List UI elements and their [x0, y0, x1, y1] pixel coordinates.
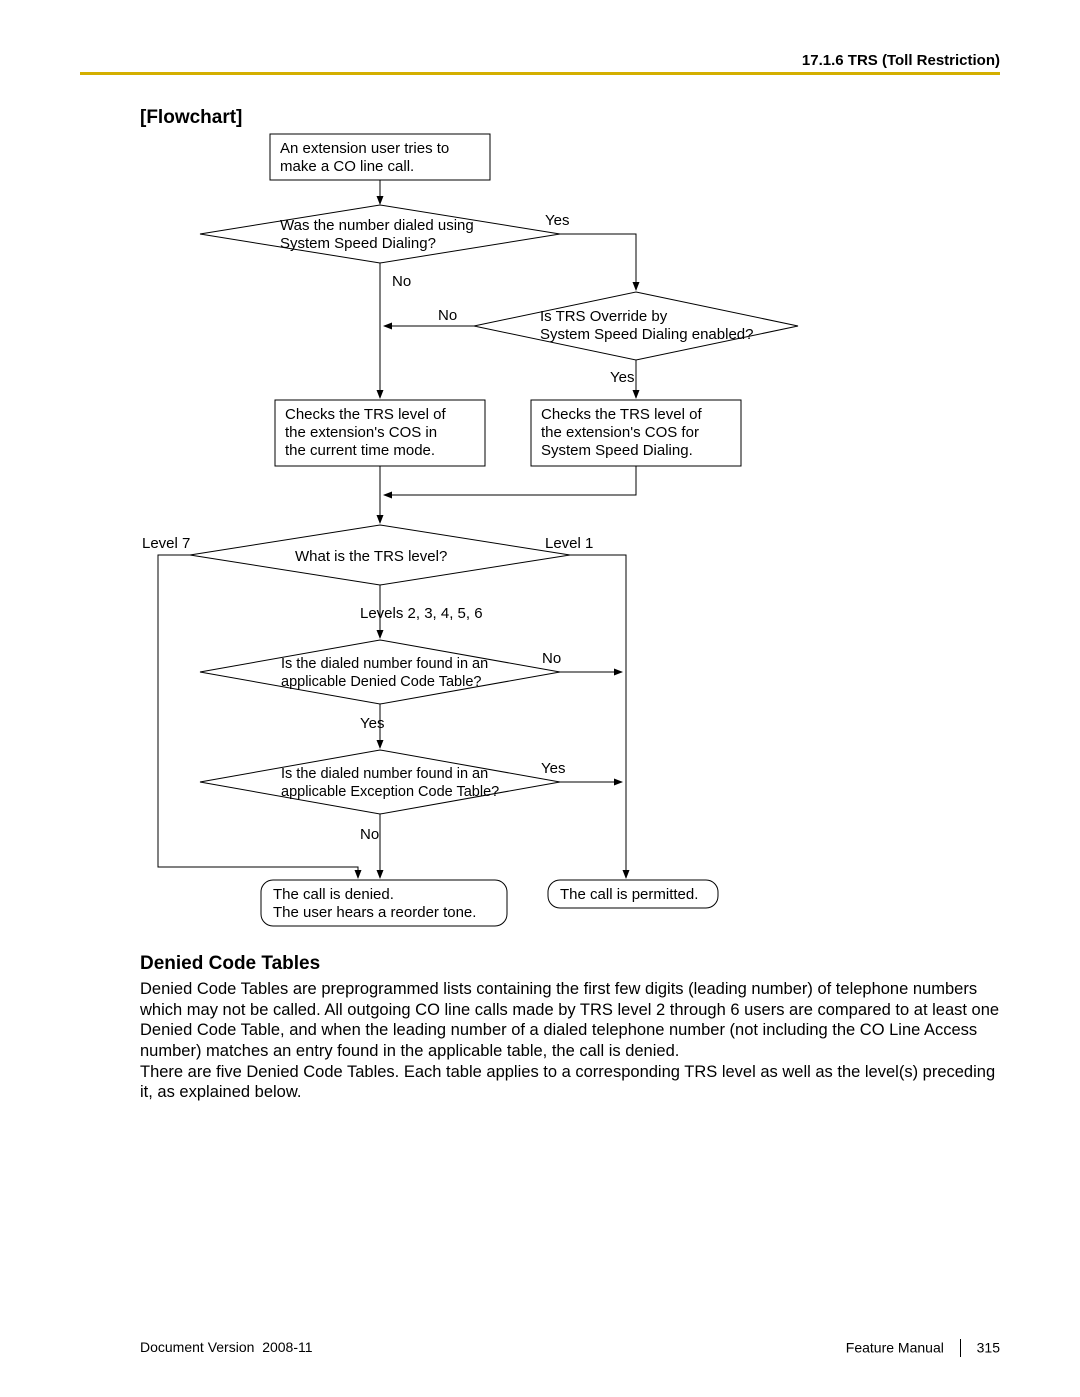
start-line2: make a CO line call.	[280, 158, 414, 175]
denied-tables-paragraph: Denied Code Tables are preprogrammed lis…	[140, 979, 1000, 1103]
d1-line1: Was the number dialed using	[280, 217, 474, 234]
start-line1: An extension user tries to	[280, 140, 449, 157]
d4-no-label: No	[542, 650, 561, 667]
t1-line2: The user hears a reorder tone.	[273, 904, 476, 921]
d5-no-label: No	[360, 826, 379, 843]
footer-doc-version-label: Document Version	[140, 1339, 254, 1355]
p1-line1: Checks the TRS level of	[285, 406, 446, 423]
d4-line1: Is the dialed number found in an	[281, 656, 488, 672]
d2-yes-label: Yes	[610, 369, 634, 386]
node-denied: The call is denied. The user hears a reo…	[261, 880, 507, 926]
node-d3: What is the TRS level?	[190, 525, 570, 585]
d3-text: What is the TRS level?	[295, 548, 447, 565]
node-p1: Checks the TRS level of the extension's …	[275, 400, 485, 466]
node-permitted: The call is permitted.	[548, 880, 718, 908]
t2-text: The call is permitted.	[560, 886, 698, 903]
edge	[158, 555, 358, 878]
node-d4: Is the dialed number found in an applica…	[200, 640, 560, 704]
d3-right-label: Level 1	[545, 535, 593, 552]
p1-line3: the current time mode.	[285, 442, 435, 459]
d3-bottom-label: Levels 2, 3, 4, 5, 6	[360, 605, 483, 622]
d5-yes-label: Yes	[541, 760, 565, 777]
denied-tables-title: Denied Code Tables	[140, 953, 320, 975]
footer-manual: Feature Manual	[846, 1340, 944, 1356]
node-start: An extension user tries to make a CO lin…	[270, 134, 490, 180]
d2-line2: System Speed Dialing enabled?	[540, 326, 753, 343]
edge	[570, 555, 626, 878]
d1-no-label: No	[392, 273, 411, 290]
d1-yes-label: Yes	[545, 212, 569, 229]
footer-separator	[960, 1339, 961, 1357]
p2-line1: Checks the TRS level of	[541, 406, 702, 423]
edge	[560, 234, 636, 290]
flowchart-svg: An extension user tries to make a CO lin…	[0, 0, 1080, 1397]
d4-yes-label: Yes	[360, 715, 384, 732]
d2-no-label: No	[438, 307, 457, 324]
p2-line3: System Speed Dialing.	[541, 442, 693, 459]
node-d1: Was the number dialed using System Speed…	[200, 205, 560, 263]
p2-line2: the extension's COS for	[541, 424, 699, 441]
t1-line1: The call is denied.	[273, 886, 394, 903]
d1-line2: System Speed Dialing?	[280, 235, 436, 252]
node-d2: Is TRS Override by System Speed Dialing …	[474, 292, 798, 360]
d5-line2: applicable Exception Code Table?	[281, 784, 499, 800]
node-p2: Checks the TRS level of the extension's …	[531, 400, 741, 466]
edge	[384, 466, 636, 495]
d2-line1: Is TRS Override by	[540, 308, 668, 325]
p1-line2: the extension's COS in	[285, 424, 437, 441]
node-d5: Is the dialed number found in an applica…	[200, 750, 560, 814]
d5-line1: Is the dialed number found in an	[281, 766, 488, 782]
footer-page-number: 315	[977, 1340, 1000, 1356]
d3-left-label: Level 7	[142, 535, 190, 552]
page: 17.1.6 TRS (Toll Restriction) [Flowchart…	[0, 0, 1080, 1397]
d4-line2: applicable Denied Code Table?	[281, 674, 481, 690]
footer-doc-version-value: 2008-11	[262, 1339, 312, 1355]
footer: Document Version 2008-11 Feature Manual …	[140, 1339, 1000, 1359]
